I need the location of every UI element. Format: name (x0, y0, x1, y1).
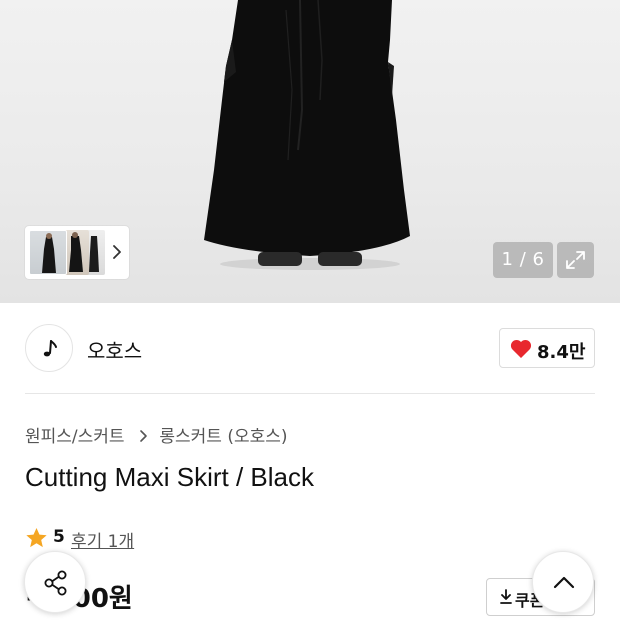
scroll-to-top-button[interactable] (532, 551, 594, 613)
expand-icon (566, 251, 585, 269)
brand-logo[interactable] (25, 324, 73, 372)
heart-icon (510, 339, 532, 358)
brand-name[interactable]: 오호스 (87, 335, 142, 364)
like-count: 8.4만 (537, 342, 586, 363)
breadcrumb: 원피스/스커트 롱스커트 (오호스) (25, 422, 288, 447)
breadcrumb-subcategory[interactable]: 롱스커트 (오호스) (159, 422, 287, 447)
music-note-logo (43, 340, 57, 357)
product-title: Cutting Maxi Skirt / Black (25, 462, 314, 492)
chevron-up-icon (553, 576, 575, 589)
breadcrumb-category[interactable]: 원피스/스커트 (25, 422, 125, 447)
thumbnail-strip[interactable] (25, 226, 129, 279)
chevron-right-icon (138, 428, 150, 442)
like-button[interactable]: 8.4만 (499, 328, 595, 368)
chevron-right-icon[interactable] (110, 241, 124, 263)
star-icon (26, 527, 47, 548)
download-icon (500, 589, 512, 604)
thumbnail-image[interactable] (29, 230, 67, 275)
product-image-gallery[interactable]: 1 / 6 (0, 0, 620, 303)
divider (25, 393, 595, 394)
share-icon (44, 570, 67, 596)
review-count-link[interactable]: 후기 1개 (71, 527, 134, 552)
rating-score: 5 (53, 527, 65, 547)
image-counter: 1 / 6 (493, 242, 553, 278)
share-button[interactable] (24, 551, 86, 613)
expand-button[interactable] (557, 242, 594, 278)
brand-row: 오호스 8.4만 (25, 322, 595, 374)
